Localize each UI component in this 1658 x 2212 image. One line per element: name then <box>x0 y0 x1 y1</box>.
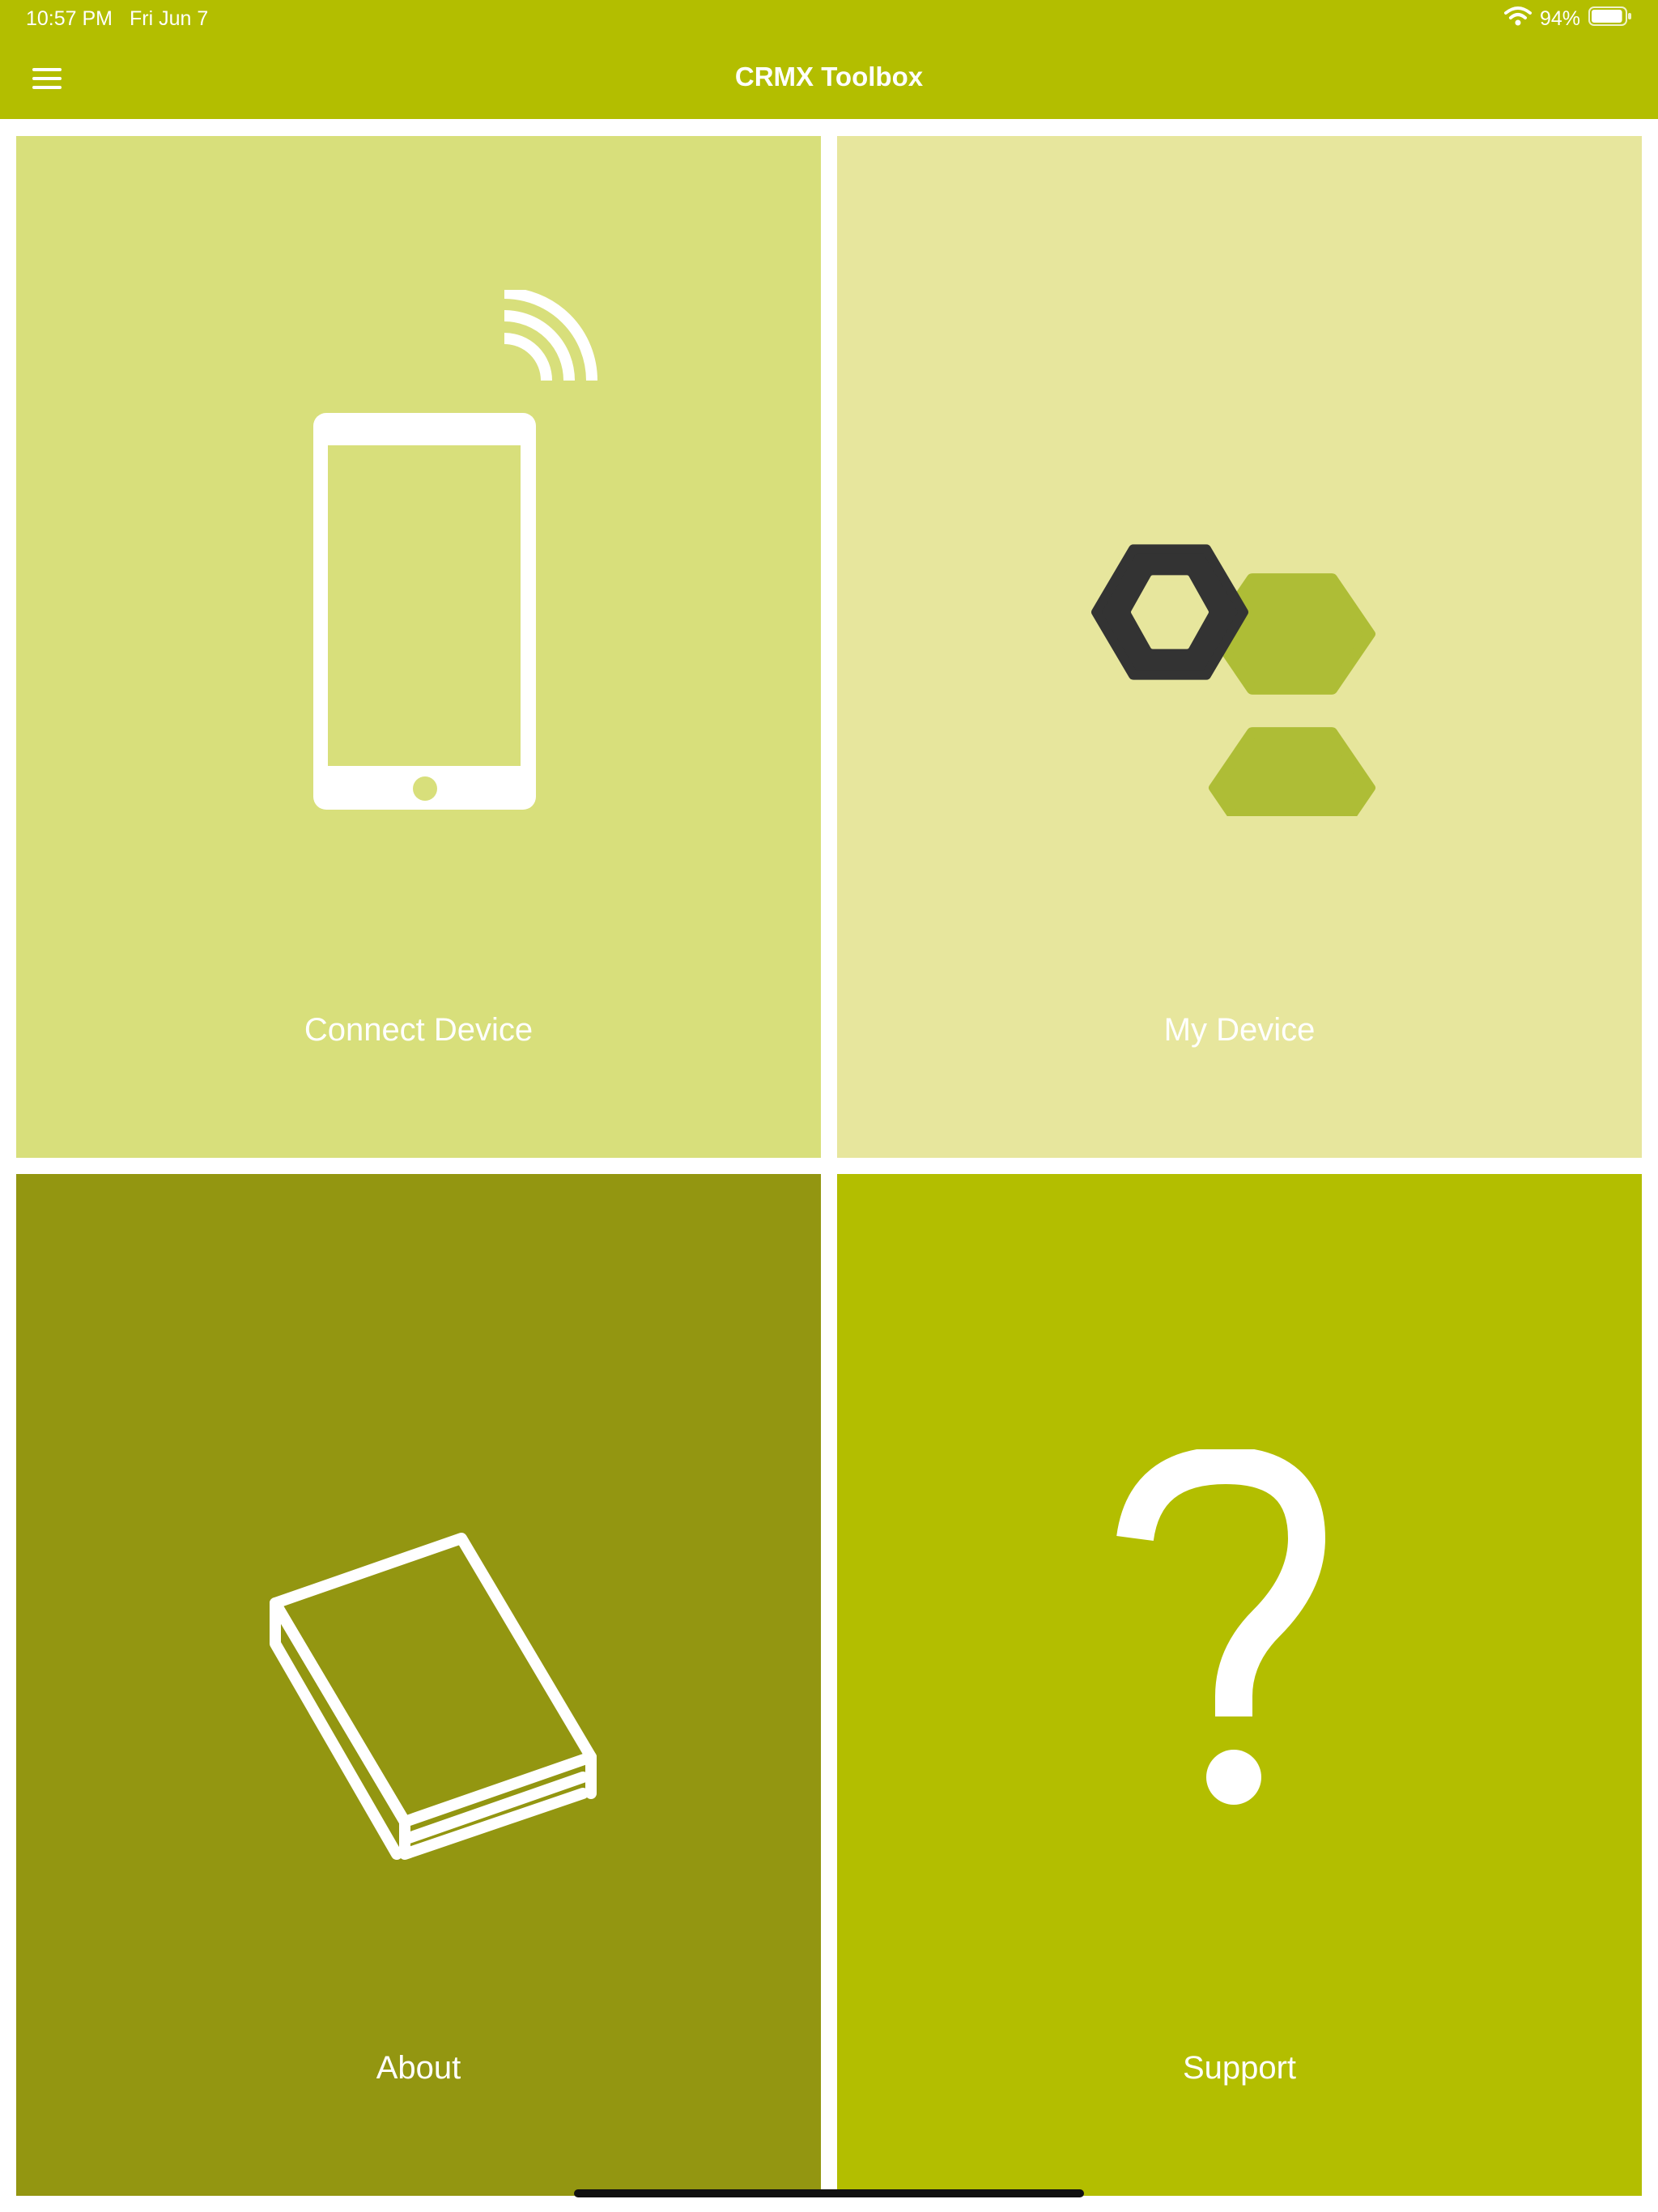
support-label: Support <box>1182 2050 1297 2086</box>
about-label: About <box>376 2050 461 2086</box>
connect-device-label: Connect Device <box>304 1012 534 1048</box>
my-device-tile[interactable]: My Device <box>837 136 1642 1158</box>
status-date: Fri Jun 7 <box>130 7 209 30</box>
navigation-bar: CRMX Toolbox <box>0 39 1658 119</box>
battery-percentage: 94% <box>1539 7 1580 30</box>
hexagon-cluster-icon <box>1091 544 1376 816</box>
status-time: 10:57 PM <box>26 7 113 30</box>
page-title: CRMX Toolbox <box>734 62 924 91</box>
support-tile[interactable]: Support <box>837 1174 1642 2196</box>
status-bar: 10:57 PM Fri Jun 7 94% <box>0 0 1658 39</box>
book-icon <box>270 1533 597 1860</box>
connect-device-tile[interactable]: Connect Device <box>16 136 821 1158</box>
tablet-wireless-icon <box>313 290 597 810</box>
wifi-icon <box>1503 6 1540 32</box>
question-mark-icon <box>1116 1449 1326 1805</box>
status-indicators: 94% <box>1503 6 1632 32</box>
home-indicator[interactable] <box>574 2189 1084 2197</box>
my-device-label: My Device <box>1163 1012 1316 1048</box>
about-tile[interactable]: About <box>16 1174 821 2196</box>
battery-icon <box>1588 6 1632 32</box>
